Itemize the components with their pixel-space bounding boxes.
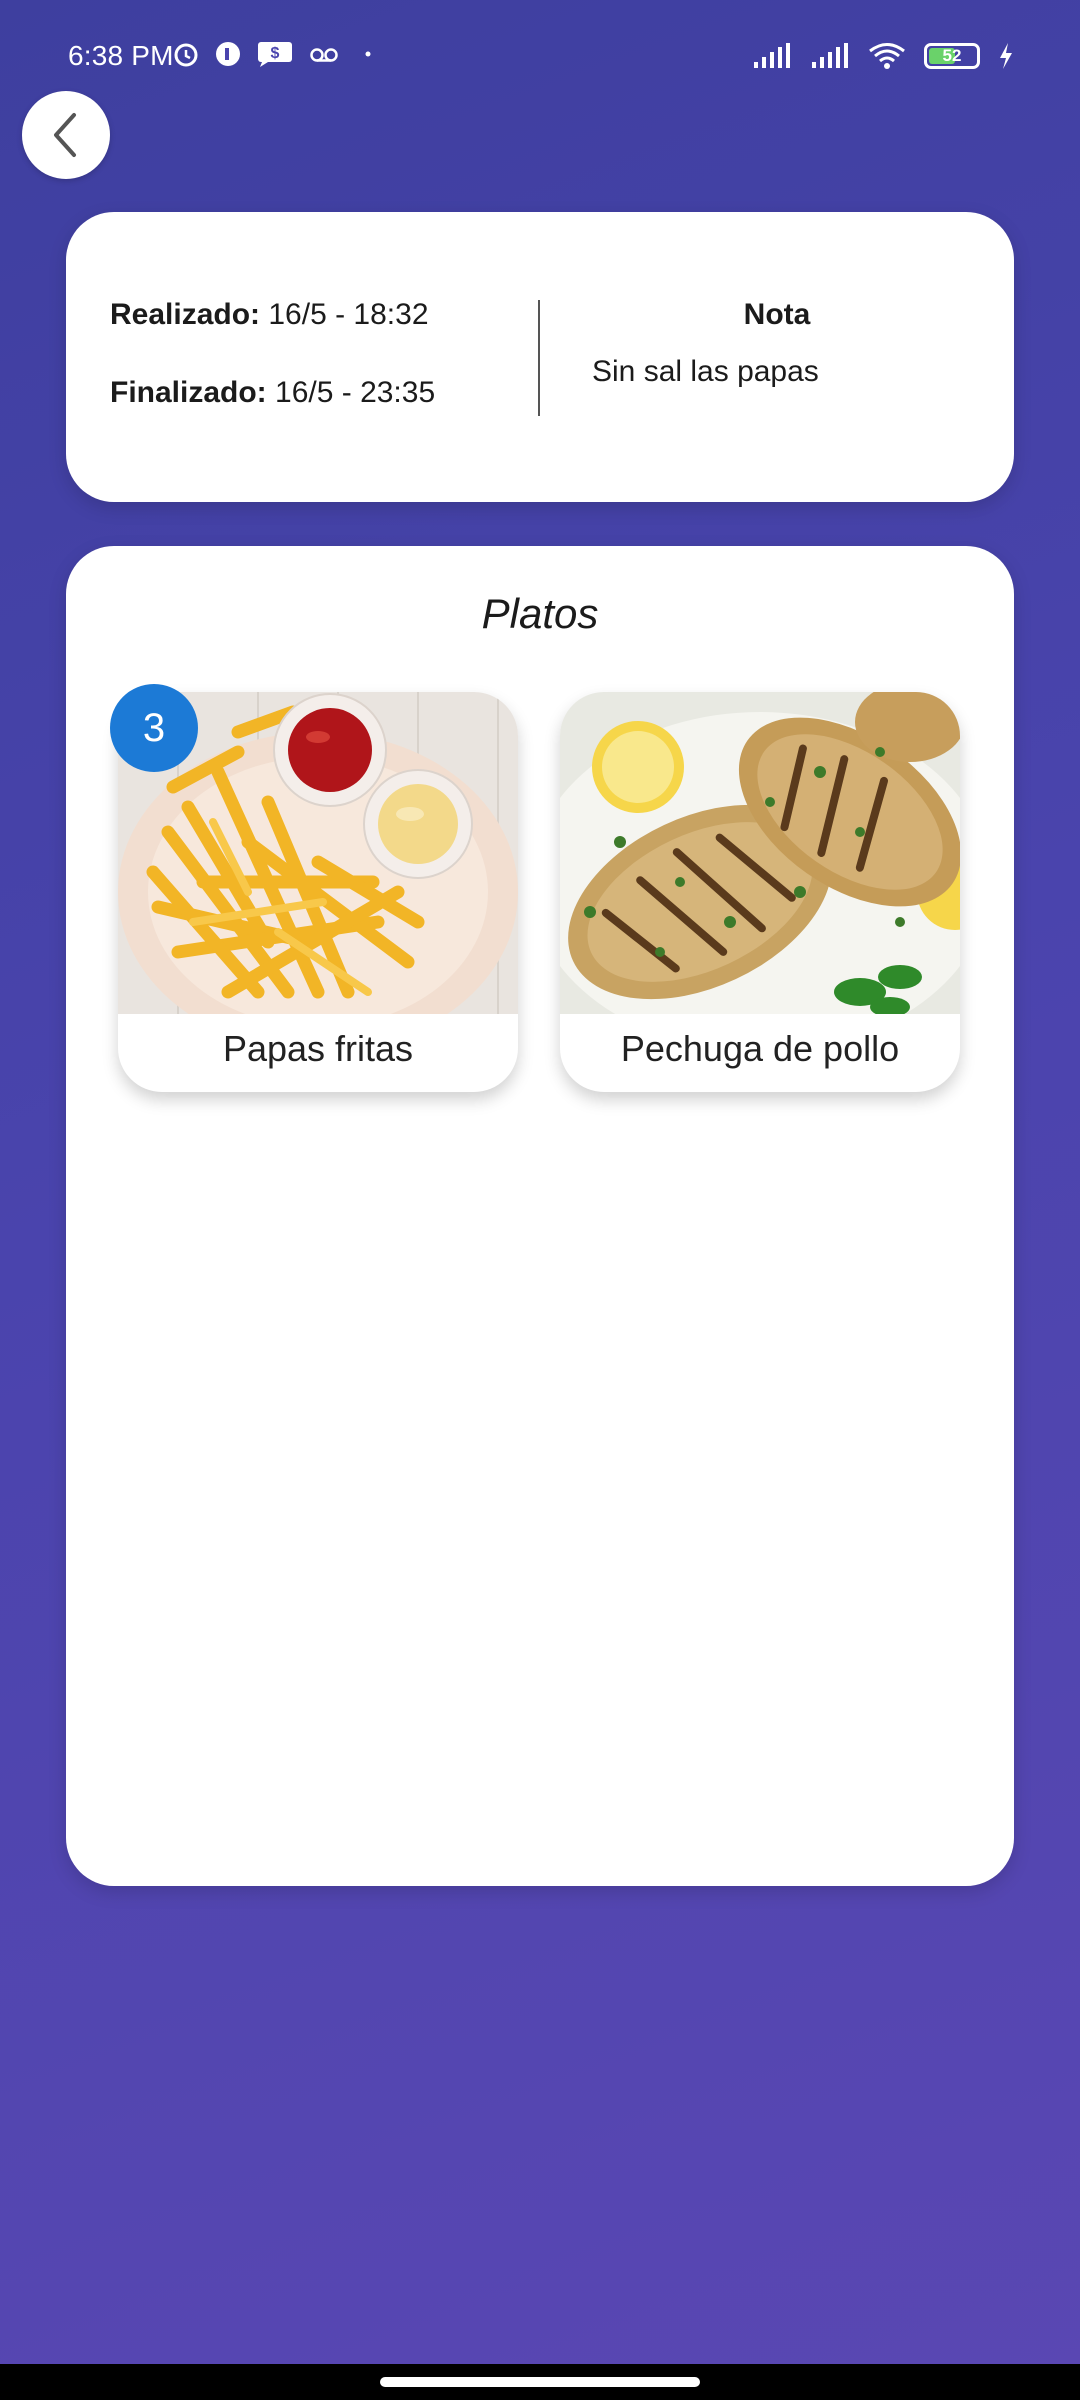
quantity-badge: 3: [110, 684, 198, 772]
battery-level: 52: [942, 46, 962, 65]
platos-card: Platos Papas fritas Pechuga de pollo 3: [66, 546, 1014, 1886]
navigation-bar: [0, 2364, 1080, 2400]
svg-text:$: $: [271, 45, 280, 62]
battery-icon: 52: [924, 43, 980, 69]
signal-1-icon: [754, 43, 790, 68]
finalizado-label: Finalizado:: [110, 376, 267, 409]
dish-name: Papas fritas: [222, 1028, 414, 1069]
charging-icon: [1000, 43, 1012, 69]
order-info-card: Realizado: 16/5 - 18:32 Finalizado: 16/5…: [66, 212, 1014, 502]
voicemail-icon: [310, 48, 338, 62]
home-indicator[interactable]: [380, 2377, 700, 2387]
note-text: Sin sal las papas: [592, 355, 819, 388]
finalizado-row: Finalizado: 16/5 - 23:35: [110, 376, 435, 410]
dish-card-pechuga-de-pollo[interactable]: Pechuga de pollo: [560, 692, 960, 1092]
dish-name: Pechuga de pollo: [620, 1028, 900, 1069]
status-bar: 6:38 PM $ 52: [0, 0, 1080, 118]
message-dollar-icon: $: [258, 42, 292, 67]
app-icon: [216, 42, 240, 66]
realizado-row: Realizado: 16/5 - 18:32: [110, 298, 435, 332]
status-time: 6:38 PM: [68, 40, 174, 71]
dot-icon: [365, 51, 371, 57]
platos-title: Platos: [481, 590, 599, 637]
wifi-icon: [869, 43, 905, 69]
realizado-label: Realizado:: [110, 298, 261, 331]
finalizado-value: 16/5 - 23:35: [275, 376, 436, 409]
signal-2-icon: [812, 43, 848, 68]
chevron-left-icon: [54, 113, 76, 157]
note-title: Nota: [743, 298, 811, 331]
chicken-image: [560, 692, 960, 1014]
status-icons-left: $: [172, 40, 382, 68]
back-button[interactable]: [22, 91, 110, 179]
realizado-value: 16/5 - 18:32: [268, 298, 429, 331]
status-icons-right: 52: [752, 42, 1014, 70]
alarm-icon: [174, 43, 198, 67]
order-times: Realizado: 16/5 - 18:32 Finalizado: 16/5…: [110, 298, 435, 454]
